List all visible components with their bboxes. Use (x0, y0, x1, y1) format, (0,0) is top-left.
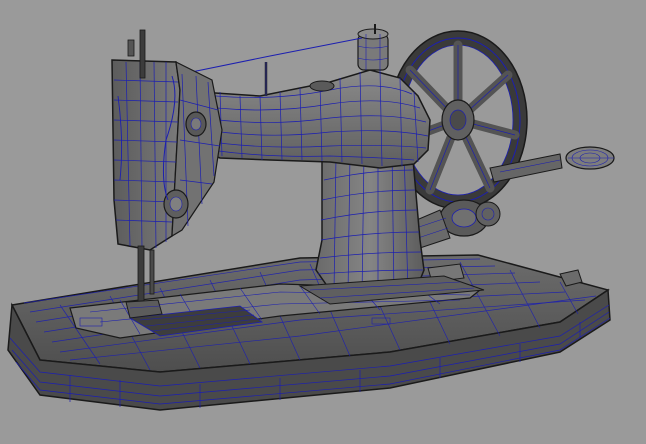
bobbin-winder-gears[interactable] (411, 199, 501, 249)
machine-base[interactable] (7, 254, 611, 411)
3d-viewport[interactable] (0, 0, 646, 444)
viewport-canvas[interactable] (0, 0, 646, 444)
